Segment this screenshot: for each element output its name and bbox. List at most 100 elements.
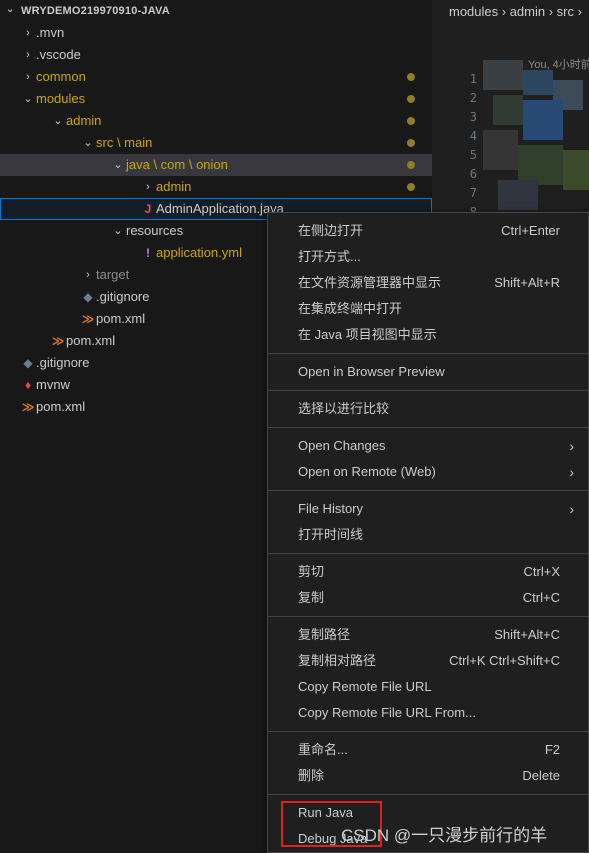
chevron-right-icon[interactable]: ›: [21, 22, 35, 44]
git-modified-dot-icon: [407, 117, 415, 125]
tree-item-label: AdminApplication.java: [156, 201, 284, 216]
menu-item-label: 在 Java 项目视图中显示: [298, 327, 437, 342]
file-type-icon: ≫: [81, 312, 95, 326]
menu-item-label: Copy Remote File URL From...: [298, 705, 476, 720]
menu-item-label: 复制路径: [298, 627, 351, 642]
menu-item-shortcut: Shift+Alt+C: [494, 627, 560, 642]
line-number: 2: [469, 91, 477, 105]
menu-item[interactable]: 打开时间线: [268, 522, 588, 548]
line-number: 3: [469, 110, 477, 124]
tree-item[interactable]: ⌄ src \ main: [0, 132, 432, 154]
menu-item-label: 复制相对路径: [298, 653, 377, 668]
chevron-down-icon[interactable]: ⌄: [111, 154, 125, 176]
chevron-right-icon[interactable]: ›: [21, 66, 35, 88]
menu-item-label: Copy Remote File URL: [298, 679, 432, 694]
menu-item[interactable]: 在文件资源管理器中显示 Shift+Alt+R: [268, 270, 588, 296]
menu-item-label: Open in Browser Preview: [298, 364, 445, 379]
tree-item-label: admin: [66, 113, 102, 128]
menu-item[interactable]: 删除 Delete: [268, 763, 588, 789]
menu-item[interactable]: 复制路径 Shift+Alt+C: [268, 622, 588, 648]
menu-item-label: 重命名...: [298, 742, 348, 757]
menu-item[interactable]: Open in Browser Preview: [268, 359, 588, 385]
chevron-right-icon[interactable]: ›: [21, 44, 35, 66]
menu-item-shortcut: Delete: [522, 768, 560, 783]
menu-item-label: 删除: [298, 768, 325, 783]
menu-item-label: 在集成终端中打开: [298, 301, 403, 316]
git-modified-dot-icon: [407, 95, 415, 103]
menu-item-label: 剪切: [298, 564, 325, 579]
menu-item-label: 复制: [298, 590, 325, 605]
menu-separator: [268, 731, 588, 732]
menu-item[interactable]: Copy Remote File URL From...: [268, 700, 588, 726]
menu-item-label: 选择以进行比较: [298, 401, 390, 416]
tree-item-label: target: [96, 267, 130, 282]
menu-item[interactable]: Open Changes ›: [268, 433, 588, 459]
menu-item-label: 在文件资源管理器中显示: [298, 275, 442, 290]
tree-item-label: modules: [36, 91, 86, 106]
tree-item[interactable]: ⌄ admin: [0, 110, 432, 132]
submenu-chevron-icon: ›: [569, 438, 574, 454]
chevron-down-icon[interactable]: ⌄: [51, 110, 65, 132]
menu-item[interactable]: 选择以进行比较: [268, 396, 588, 422]
context-menu: 在侧边打开 Ctrl+Enter 打开方式... 在文件资源管理器中显示 Shift+A…: [267, 212, 589, 853]
tree-item[interactable]: ⌄ java \ com \ onion: [0, 154, 432, 176]
file-type-icon: ◆: [83, 290, 93, 304]
menu-item[interactable]: 在集成终端中打开: [268, 296, 588, 322]
chevron-down-icon: ⌄: [6, 4, 15, 15]
menu-item-shortcut: Ctrl+X: [523, 564, 560, 579]
menu-item[interactable]: 打开方式...: [268, 244, 588, 270]
chevron-down-icon[interactable]: ⌄: [111, 220, 125, 242]
menu-item[interactable]: 剪切 Ctrl+X: [268, 559, 588, 585]
tree-item-label: .vscode: [36, 47, 81, 62]
menu-item-label: 打开方式...: [298, 249, 361, 264]
menu-item[interactable]: Open on Remote (Web) ›: [268, 459, 588, 485]
menu-item-shortcut: Shift+Alt+R: [494, 275, 560, 290]
menu-separator: [268, 353, 588, 354]
breadcrumb[interactable]: modules › admin › src ›: [449, 4, 582, 19]
chevron-down-icon[interactable]: ⌄: [21, 88, 35, 110]
chevron-right-icon[interactable]: ›: [81, 264, 95, 286]
tree-item[interactable]: › .vscode: [0, 44, 432, 66]
menu-item-label: Open Changes: [298, 438, 386, 453]
line-number: 7: [469, 186, 477, 200]
menu-item-label: Open on Remote (Web): [298, 464, 436, 479]
tree-item-label: mvnw: [36, 377, 70, 392]
tree-item[interactable]: ⌄ modules: [0, 88, 432, 110]
line-number: 6: [469, 167, 477, 181]
menu-separator: [268, 427, 588, 428]
file-type-icon: ≫: [51, 334, 65, 348]
git-modified-dot-icon: [407, 183, 415, 191]
menu-item[interactable]: File History ›: [268, 496, 588, 522]
chevron-down-icon[interactable]: ⌄: [81, 132, 95, 154]
tree-item-label: application.yml: [156, 245, 242, 260]
menu-item[interactable]: Copy Remote File URL: [268, 674, 588, 700]
tree-item-label: pom.xml: [36, 399, 86, 414]
submenu-chevron-icon: ›: [569, 464, 574, 480]
tree-item[interactable]: › .mvn: [0, 22, 432, 44]
git-modified-dot-icon: [407, 161, 415, 169]
chevron-right-icon[interactable]: ›: [141, 176, 155, 198]
menu-item[interactable]: 在侧边打开 Ctrl+Enter: [268, 218, 588, 244]
tree-item[interactable]: › common: [0, 66, 432, 88]
menu-item[interactable]: 在 Java 项目视图中显示: [268, 322, 588, 348]
line-number: 1: [469, 72, 477, 86]
menu-item[interactable]: 复制 Ctrl+C: [268, 585, 588, 611]
tree-item-label: admin: [156, 179, 192, 194]
file-type-icon: J: [144, 202, 152, 216]
menu-item[interactable]: 重命名... F2: [268, 737, 588, 763]
tree-item-label: resources: [126, 223, 184, 238]
blurred-code-region: [483, 60, 589, 220]
tree-item-label: src \ main: [96, 135, 153, 150]
git-modified-dot-icon: [407, 73, 415, 81]
line-number: 4: [469, 129, 477, 143]
tree-item[interactable]: › admin: [0, 176, 432, 198]
file-type-icon: !: [146, 246, 150, 260]
menu-item-shortcut: Ctrl+C: [522, 590, 560, 605]
menu-item-shortcut: F2: [544, 742, 560, 757]
file-type-icon: ♦: [24, 378, 32, 392]
menu-item-shortcut: Ctrl+Enter: [501, 223, 560, 238]
menu-item-label: File History: [298, 501, 364, 516]
menu-item-shortcut: Ctrl+K Ctrl+Shift+C: [449, 653, 560, 668]
explorer-header[interactable]: ⌄ WRYDEMO219970910-JAVA: [0, 0, 432, 22]
menu-item[interactable]: 复制相对路径 Ctrl+K Ctrl+Shift+C: [268, 648, 588, 674]
